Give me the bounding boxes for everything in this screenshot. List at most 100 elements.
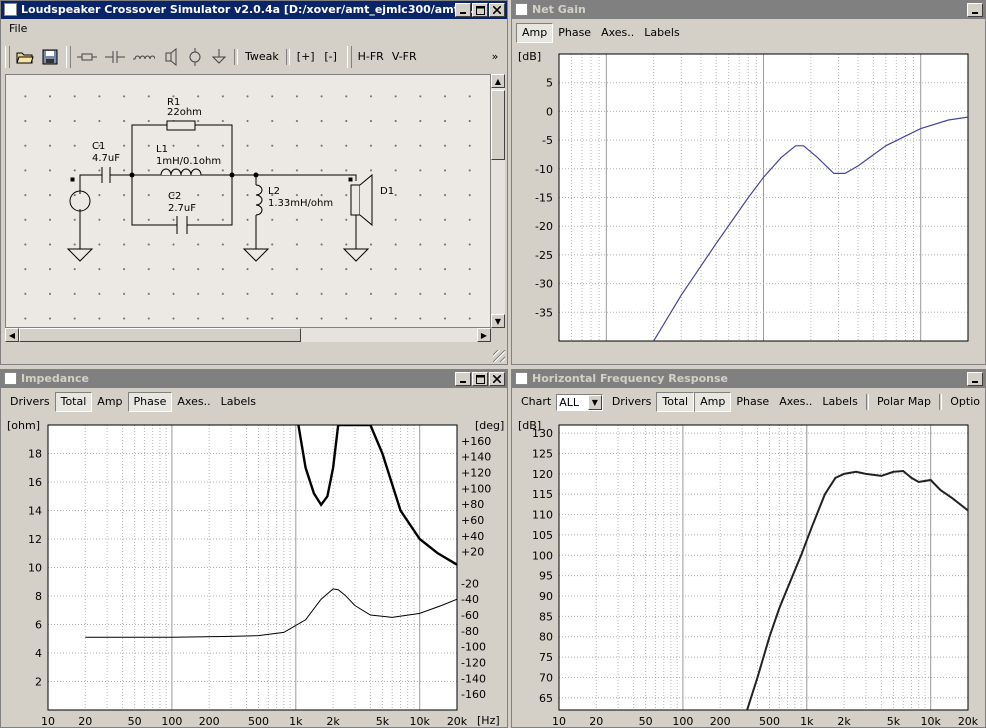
vertical-scroll-thumb[interactable]	[491, 90, 505, 160]
schematic-canvas[interactable]: R1 22ohm C1 4.7uF L1 1mH/0.1ohm C2 2.7uF…	[5, 74, 491, 328]
zoom-in-button[interactable]: [+]	[293, 45, 319, 69]
c1-value: 4.7uF	[92, 153, 120, 164]
hfr-window: Horizontal Frequency Response Chart ALL …	[511, 369, 986, 728]
y-tick-label: 0	[546, 105, 553, 118]
y-tick-label: 70	[539, 671, 553, 684]
toolbar-overflow-button[interactable]: »	[483, 45, 507, 69]
horizontal-scrollbar[interactable]: ◀ ▶	[5, 328, 491, 342]
y-tick-label: 4	[35, 647, 42, 660]
y-tick-label: 65	[539, 692, 553, 705]
d1-label: D1	[380, 186, 394, 197]
l2-symbol	[255, 184, 263, 216]
add-driver-button[interactable]	[159, 45, 183, 69]
vfr-button[interactable]: V-FR	[388, 45, 421, 69]
speaker-icon	[165, 47, 177, 66]
x-tick-label: 100	[161, 715, 182, 728]
y2-tick-label: +20	[461, 546, 484, 559]
maximize-button[interactable]	[472, 3, 488, 17]
impedance-window: Impedance Drivers Total Amp Phase Axes..…	[0, 369, 508, 728]
resize-grip[interactable]	[493, 350, 505, 362]
y-tick-label: 16	[28, 476, 42, 489]
y-tick-label: -20	[535, 220, 553, 233]
zoom-out-button[interactable]: [-]	[319, 45, 343, 69]
scroll-right-button[interactable]: ▶	[477, 328, 491, 342]
x-tick-label: 20k	[447, 715, 468, 728]
y2-tick-label: -20	[461, 577, 479, 590]
x-tick-label: 5k	[887, 715, 901, 728]
y-tick-label: 120	[532, 468, 553, 481]
x-tick-label: 2k	[326, 715, 340, 728]
y2-tick-label: -120	[461, 657, 486, 670]
add-inductor-button[interactable]	[129, 45, 159, 69]
l1-label: L1	[156, 144, 168, 155]
y-tick-label: 100	[532, 549, 553, 562]
d1-symbol	[350, 184, 361, 216]
vertical-scrollbar[interactable]: ▲ ▼	[491, 74, 505, 328]
x-tick-label: 50	[128, 715, 142, 728]
toolbar-grip[interactable]	[5, 45, 10, 68]
x-tick-label: 100	[672, 715, 693, 728]
y-tick-label: 110	[532, 509, 553, 522]
toolbar-grip-2[interactable]	[66, 45, 71, 68]
impedance-chart: 10 20 50 100 200 500 1k 2k 5k 10k 20k 18 16 14 12 10 8 6 4…	[28, 424, 491, 728]
add-capacitor-button[interactable]	[101, 45, 129, 69]
y2-tick-label: +160	[461, 435, 491, 448]
circuit-diagram: R1 22ohm C1 4.7uF L1 1mH/0.1ohm C2 2.7uF…	[66, 97, 394, 262]
x-tick-label: 50	[639, 715, 653, 728]
x-tick-label: 10	[552, 715, 566, 728]
r1-value: 22ohm	[167, 107, 202, 118]
crossover-titlebar[interactable]: Loudspeaker Crossover Simulator v2.0.4a …	[1, 1, 507, 19]
y-tick-label: 130	[532, 427, 553, 440]
toolbar-grip-3[interactable]	[346, 45, 352, 68]
add-resistor-button[interactable]	[73, 45, 101, 69]
x-tick-label: 200	[710, 715, 731, 728]
y-tick-label: 115	[532, 488, 553, 501]
l2-ground	[242, 248, 270, 262]
crossover-window: Loudspeaker Crossover Simulator v2.0.4a …	[0, 0, 508, 365]
x-tick-label: 10	[41, 715, 55, 728]
y-tick-label: -30	[535, 278, 553, 291]
c1-label: C1	[92, 141, 105, 152]
capacitor-icon	[105, 50, 125, 63]
hfr-chart: 10 20 50 100 200 500 1k 2k 5k 10k 20k 130 125 120 115 1…	[532, 424, 979, 728]
scroll-up-button[interactable]: ▲	[491, 74, 505, 88]
menu-file[interactable]: File	[9, 22, 27, 35]
c1-symbol	[101, 167, 111, 183]
close-button[interactable]	[489, 3, 505, 17]
add-ground-button[interactable]	[207, 45, 231, 69]
open-button[interactable]	[12, 45, 38, 69]
save-button[interactable]	[38, 45, 62, 69]
source-icon	[189, 47, 201, 66]
main-toolbar: Tweak [+] [-] H-FR V-FR »	[1, 40, 507, 73]
y-tick-label: 95	[539, 570, 553, 583]
inductor-icon	[133, 55, 155, 59]
x-tick-label: 500	[759, 715, 780, 728]
y2-tick-label: -40	[461, 593, 479, 606]
r1-symbol	[166, 120, 196, 131]
horizontal-scroll-thumb[interactable]	[19, 328, 301, 342]
resistor-icon	[77, 53, 97, 60]
y2-tick-label: -160	[461, 688, 486, 701]
tweak-button[interactable]: Tweak	[241, 45, 283, 69]
plot-area	[559, 425, 968, 710]
y2-tick-label: +40	[461, 530, 484, 543]
x-tick-label: 200	[199, 715, 220, 728]
l2-label: L2	[268, 186, 280, 197]
add-source-button[interactable]	[183, 45, 207, 69]
minimize-button[interactable]	[455, 3, 471, 17]
x-tick-label: 1k	[800, 715, 814, 728]
ground-icon	[212, 48, 226, 64]
y-tick-label: 90	[539, 590, 553, 603]
net-gain-window: Net Gain Amp Phase Axes.. Labels [dB] 50…	[511, 0, 986, 365]
x-tick-label: 1k	[289, 715, 303, 728]
scroll-left-button[interactable]: ◀	[5, 328, 19, 342]
y-tick-label: 18	[28, 448, 42, 461]
x-tick-label: 2k	[837, 715, 851, 728]
l1-symbol	[160, 168, 202, 176]
x-tick-label: 5k	[376, 715, 390, 728]
l2-value: 1.33mH/ohm	[268, 198, 333, 209]
hfr-button[interactable]: H-FR	[354, 45, 388, 69]
y2-tick-label: -140	[461, 672, 486, 685]
y-tick-label: 12	[28, 533, 42, 546]
scroll-down-button[interactable]: ▼	[491, 314, 505, 328]
